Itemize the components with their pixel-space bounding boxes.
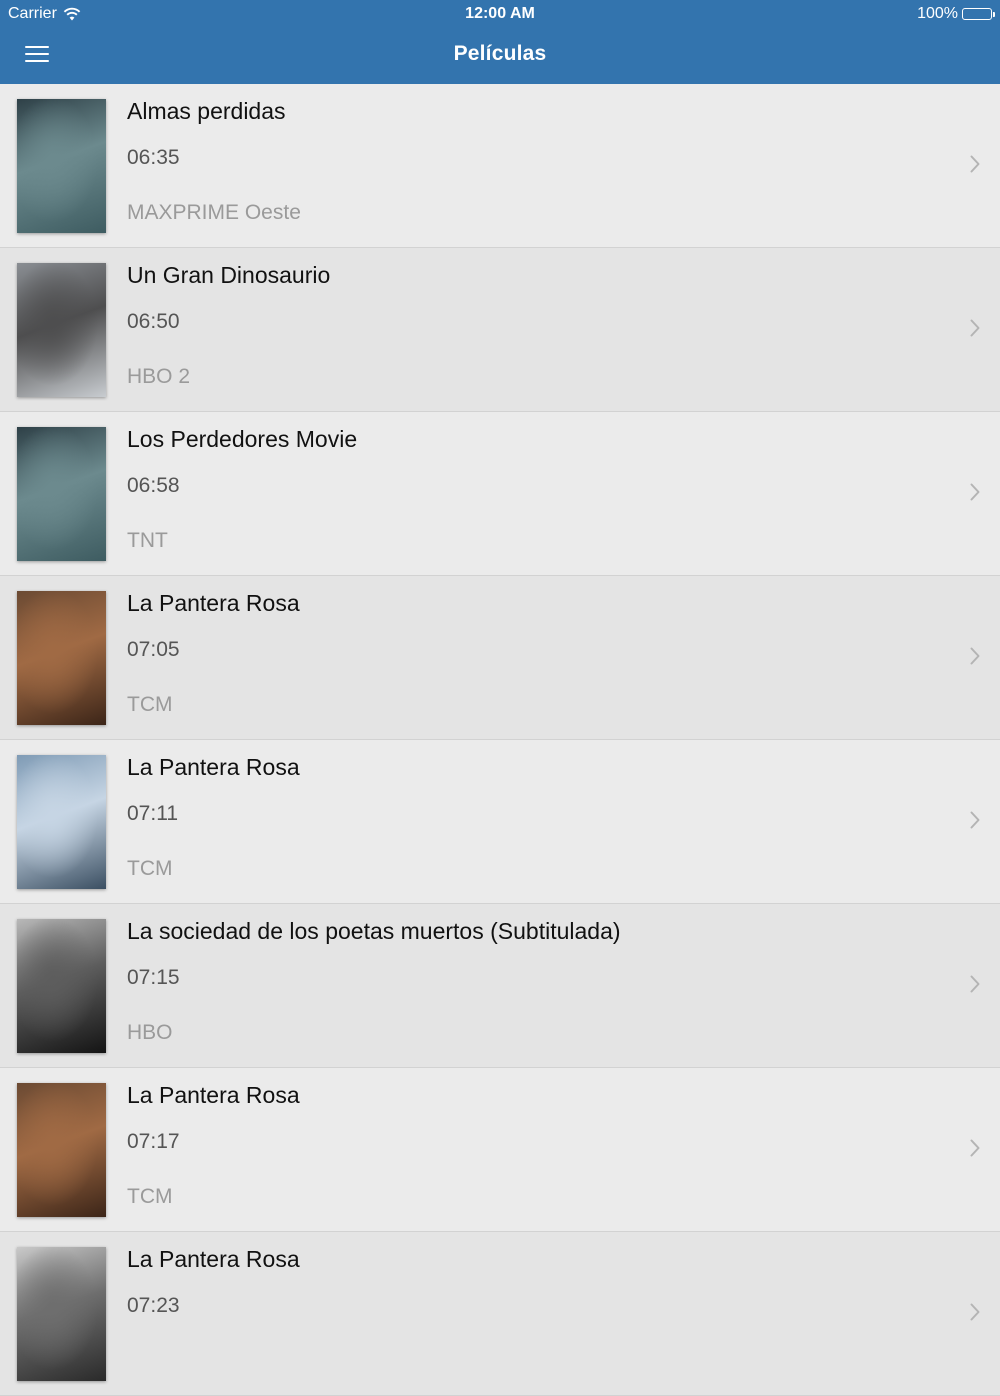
movie-time: 07:17 (127, 1130, 180, 1153)
movie-time: 07:05 (127, 638, 180, 661)
movie-poster-thumbnail (17, 427, 106, 561)
chevron-right-icon (970, 1303, 980, 1321)
movie-poster-thumbnail (17, 755, 106, 889)
movie-list-item[interactable]: La sociedad de los poetas muertos (Subti… (0, 904, 1000, 1068)
movie-poster-thumbnail (17, 919, 106, 1053)
movie-poster-thumbnail (17, 99, 106, 233)
movie-channel: HBO 2 (127, 365, 191, 388)
movie-list-item[interactable]: La Pantera Rosa 07:05 TCM (0, 576, 1000, 740)
movie-title: La Pantera Rosa (127, 590, 300, 616)
movie-poster-thumbnail (17, 591, 106, 725)
movie-time: 06:50 (127, 310, 180, 333)
battery-icon (962, 8, 995, 20)
movie-list-item[interactable]: Los Perdedores Movie 06:58 TNT (0, 412, 1000, 576)
chevron-right-icon (970, 155, 980, 173)
page-title: Películas (453, 42, 547, 65)
movie-poster-thumbnail (17, 1247, 106, 1381)
movie-time: 07:11 (127, 802, 178, 825)
chevron-right-icon (970, 483, 980, 501)
movie-channel: HBO (127, 1021, 173, 1044)
battery-percentage: 100% (917, 5, 958, 22)
movie-title: Almas perdidas (127, 98, 286, 124)
movie-time: 07:23 (127, 1294, 180, 1317)
movie-list-item[interactable]: La Pantera Rosa 07:17 TCM (0, 1068, 1000, 1232)
movie-list-item[interactable]: Almas perdidas 06:35 MAXPRIME Oeste (0, 84, 1000, 248)
movie-title: La Pantera Rosa (127, 754, 300, 780)
navigation-bar: Películas (0, 28, 1000, 84)
movie-channel: TCM (127, 857, 173, 880)
chevron-right-icon (970, 811, 980, 829)
movie-title: Un Gran Dinosaurio (127, 262, 331, 288)
battery-indicator: 100% (917, 5, 995, 23)
movie-channel: TCM (127, 693, 173, 716)
movie-channel: MAXPRIME Oeste (127, 201, 301, 224)
chevron-right-icon (970, 1139, 980, 1157)
movie-time: 06:58 (127, 474, 180, 497)
movie-list: Almas perdidas 06:35 MAXPRIME Oeste Un Gran… (0, 84, 1000, 1396)
movie-poster-thumbnail (17, 263, 106, 397)
chevron-right-icon (970, 319, 980, 337)
chevron-right-icon (970, 975, 980, 993)
movie-poster-thumbnail (17, 1083, 106, 1217)
top-bar: Carrier 12:00 AM 100% Películas (0, 0, 1000, 84)
movie-list-item[interactable]: Un Gran Dinosaurio 06:50 HBO 2 (0, 248, 1000, 412)
movie-time: 06:35 (127, 146, 180, 169)
status-time: 12:00 AM (465, 5, 535, 22)
movie-title: La Pantera Rosa (127, 1246, 300, 1272)
movie-channel: TCM (127, 1185, 173, 1208)
movie-title: La sociedad de los poetas muertos (Subti… (127, 918, 621, 944)
movie-time: 07:15 (127, 966, 180, 989)
movie-title: Los Perdedores Movie (127, 426, 358, 452)
movie-list-item[interactable]: La Pantera Rosa 07:11 TCM (0, 740, 1000, 904)
status-bar: Carrier 12:00 AM 100% (0, 0, 1000, 28)
movie-title: La Pantera Rosa (127, 1082, 300, 1108)
chevron-right-icon (970, 647, 980, 665)
movie-list-item[interactable]: La Pantera Rosa 07:23 (0, 1232, 1000, 1396)
movie-channel: TNT (127, 529, 168, 552)
